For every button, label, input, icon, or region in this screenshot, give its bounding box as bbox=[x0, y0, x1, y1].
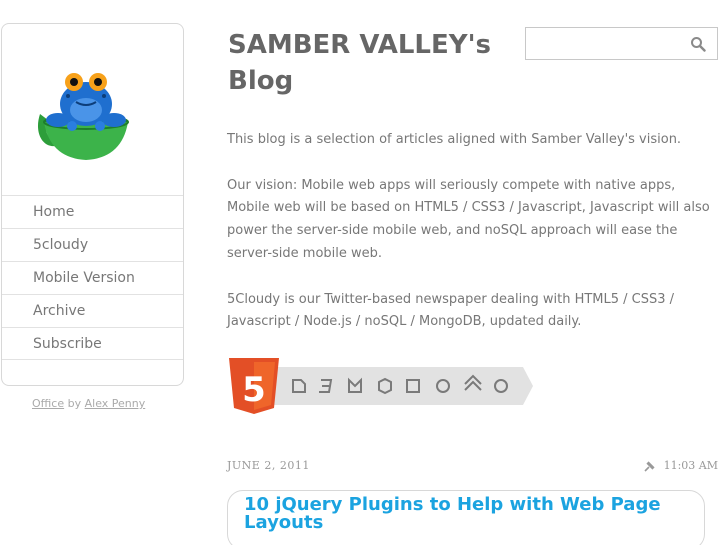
sidebar-item-5cloudy[interactable]: 5cloudy bbox=[2, 228, 183, 261]
search-icon[interactable] bbox=[690, 36, 706, 52]
theme-credit: Office by Alex Penny bbox=[32, 397, 145, 410]
sidebar-item-mobile-version[interactable]: Mobile Version bbox=[2, 261, 183, 294]
vision-paragraph: Our vision: Mobile web apps will serious… bbox=[227, 177, 710, 261]
sidebar: Home 5cloudy Mobile Version Archive Subs… bbox=[1, 23, 184, 386]
sidebar-nav: Home 5cloudy Mobile Version Archive Subs… bbox=[2, 195, 183, 360]
intro-paragraph: This blog is a selection of articles ali… bbox=[227, 132, 682, 147]
post-time[interactable]: 11:03 AM bbox=[664, 459, 718, 472]
search-box bbox=[525, 27, 718, 60]
sidebar-item-home[interactable]: Home bbox=[2, 195, 183, 228]
sidebar-item-archive[interactable]: Archive bbox=[2, 294, 183, 327]
pin-icon bbox=[644, 461, 655, 472]
5cloudy-paragraph: 5Cloudy is our Twitter-based newspaper d… bbox=[227, 291, 675, 330]
post-title-link[interactable]: 10 jQuery Plugins to Help with Web Page … bbox=[244, 496, 684, 532]
author-link[interactable]: Alex Penny bbox=[85, 397, 146, 410]
blog-title[interactable]: SAMBER VALLEY's Blog bbox=[228, 27, 518, 99]
credit-by-text: by bbox=[67, 397, 82, 410]
blog-description: This blog is a selection of articles ali… bbox=[227, 129, 722, 357]
search-input[interactable] bbox=[526, 28, 676, 59]
html5-glyph: 5 bbox=[242, 370, 266, 410]
theme-link[interactable]: Office bbox=[32, 397, 64, 410]
post-card: 10 jQuery Plugins to Help with Web Page … bbox=[227, 490, 705, 545]
post-date: JUNE 2, 2011 bbox=[227, 459, 310, 472]
sidebar-item-subscribe[interactable]: Subscribe bbox=[2, 327, 183, 360]
html5-technology-badge[interactable]: 5 bbox=[227, 356, 535, 416]
frog-in-teacup-logo[interactable] bbox=[32, 62, 132, 162]
